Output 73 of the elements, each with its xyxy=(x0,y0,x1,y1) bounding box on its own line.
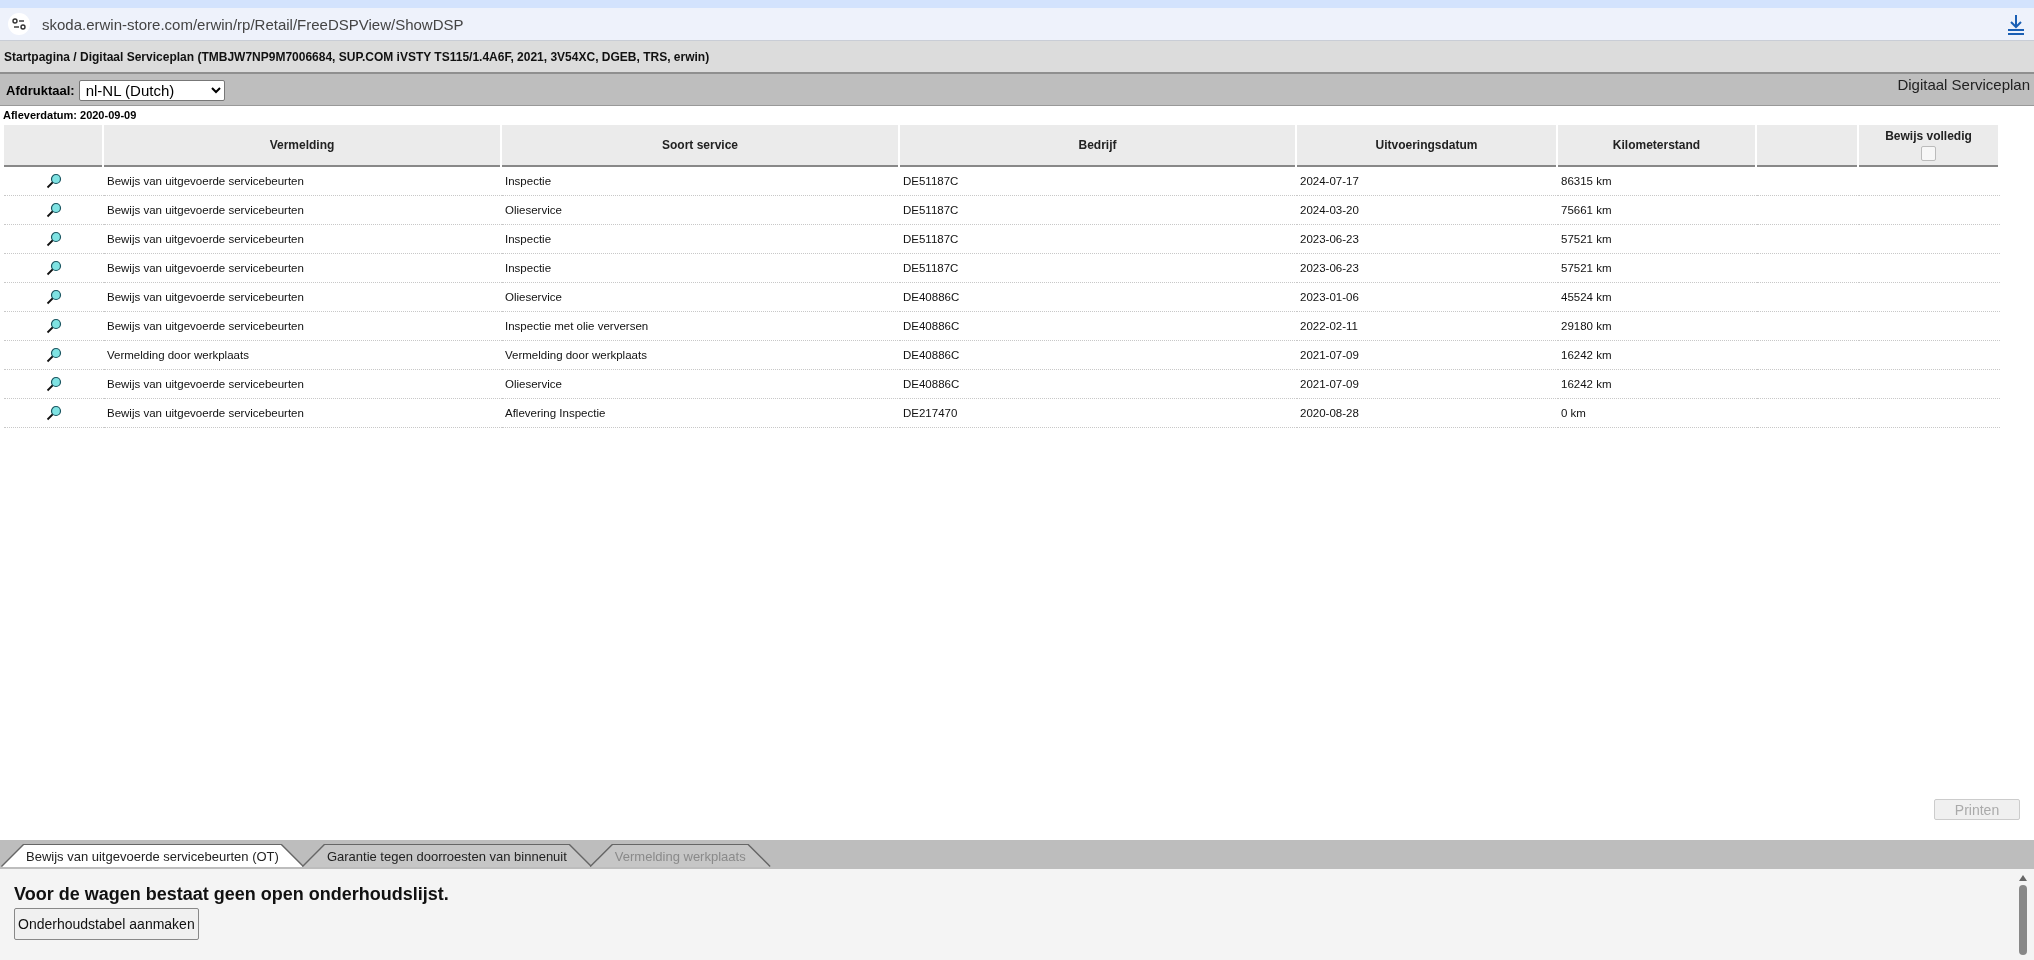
table-cell: Bewijs van uitgevoerde servicebeurten xyxy=(104,167,502,196)
delivery-date: Afleverdatum: 2020-09-09 xyxy=(2,108,138,123)
table-header: Bedrijf xyxy=(900,125,1295,167)
table-cell: 45524 km xyxy=(1558,283,1757,312)
table-cell: 2023-06-23 xyxy=(1297,254,1558,283)
table-cell: Inspectie xyxy=(502,167,900,196)
tab[interactable]: Garantie tegen doorroesten van binnenuit xyxy=(302,845,591,867)
table-cell: Olieservice xyxy=(502,283,900,312)
table-cell: Bewijs van uitgevoerde servicebeurten xyxy=(104,225,502,254)
table-cell: 2021-07-09 xyxy=(1297,370,1558,399)
table-cell: 2024-03-20 xyxy=(1297,196,1558,225)
magnifier-icon[interactable] xyxy=(46,347,62,363)
print-language-label: Afdruktaal: xyxy=(6,83,75,98)
table-header: Vermelding xyxy=(104,125,500,167)
table-cell: DE51187C xyxy=(900,196,1297,225)
table-cell: Inspectie xyxy=(502,225,900,254)
magnifier-icon[interactable] xyxy=(46,318,62,334)
table-cell: Bewijs van uitgevoerde servicebeurten xyxy=(104,283,502,312)
table-cell: Vermelding door werkplaats xyxy=(502,341,900,370)
table-cell: 57521 km xyxy=(1558,225,1757,254)
table-cell: DE51187C xyxy=(900,225,1297,254)
download-icon[interactable] xyxy=(2006,13,2026,35)
table-cell: 2023-06-23 xyxy=(1297,225,1558,254)
table-cell: Bewijs van uitgevoerde servicebeurten xyxy=(104,254,502,283)
table-cell: DE40886C xyxy=(900,341,1297,370)
table-cell: Olieservice xyxy=(502,196,900,225)
table-cell: Bewijs van uitgevoerde servicebeurten xyxy=(104,312,502,341)
magnifier-icon[interactable] xyxy=(46,202,62,218)
table-cell: Bewijs van uitgevoerde servicebeurten xyxy=(104,370,502,399)
tab[interactable]: Bewijs van uitgevoerde servicebeurten (OT) xyxy=(2,845,303,867)
table-cell: 2022-02-11 xyxy=(1297,312,1558,341)
table-cell: DE51187C xyxy=(900,254,1297,283)
magnifier-icon[interactable] xyxy=(46,231,62,247)
table-cell: 2024-07-17 xyxy=(1297,167,1558,196)
table-cell: 29180 km xyxy=(1558,312,1757,341)
table-header: Uitvoeringsdatum xyxy=(1297,125,1556,167)
table-header: Soort service xyxy=(502,125,898,167)
magnifier-icon[interactable] xyxy=(46,376,62,392)
breadcrumb: Startpagina / Digitaal Serviceplan (TMBJW7NP9M7006684, SUP.COM iVSTY TS115/1.4A6F, 2021, 3V54XC, DGEB, TRS, erwin) xyxy=(4,49,710,64)
table-cell: Bewijs van uitgevoerde servicebeurten xyxy=(104,399,502,428)
table-cell: Bewijs van uitgevoerde servicebeurten xyxy=(104,196,502,225)
info-message: Voor de wagen bestaat geen open onderhoudslijst. xyxy=(14,884,449,905)
table-cell: 16242 km xyxy=(1558,370,1757,399)
table-cell: Aflevering Inspectie xyxy=(502,399,900,428)
table-cell: 2020-08-28 xyxy=(1297,399,1558,428)
table-cell: 2021-07-09 xyxy=(1297,341,1558,370)
table-cell: DE40886C xyxy=(900,312,1297,341)
table-cell: 75661 km xyxy=(1558,196,1757,225)
table-cell: Inspectie xyxy=(502,254,900,283)
create-table-button[interactable]: Onderhoudstabel aanmaken xyxy=(14,908,199,940)
checkbox[interactable] xyxy=(1921,146,1936,161)
table-cell: DE40886C xyxy=(900,283,1297,312)
print-language-dropdown[interactable]: nl-NL (Dutch) xyxy=(78,80,225,101)
table-cell: Inspectie met olie verversen xyxy=(502,312,900,341)
magnifier-icon[interactable] xyxy=(46,260,62,276)
page-title: Digitaal Serviceplan xyxy=(1897,76,2030,93)
table-cell: 0 km xyxy=(1558,399,1757,428)
site-settings-icon[interactable] xyxy=(8,13,30,35)
table-cell: Olieservice xyxy=(502,370,900,399)
table-cell: 16242 km xyxy=(1558,341,1757,370)
table-cell: DE51187C xyxy=(900,167,1297,196)
table-cell: Vermelding door werkplaats xyxy=(104,341,502,370)
table-cell: DE217470 xyxy=(900,399,1297,428)
magnifier-icon[interactable] xyxy=(46,405,62,421)
table-cell: 86315 km xyxy=(1558,167,1757,196)
scrollbar[interactable] xyxy=(2018,873,2028,955)
column-label: Bewijs volledig xyxy=(1885,129,1972,143)
magnifier-icon[interactable] xyxy=(46,289,62,305)
magnifier-icon[interactable] xyxy=(46,173,62,189)
table-cell: DE40886C xyxy=(900,370,1297,399)
table-cell: 2023-01-06 xyxy=(1297,283,1558,312)
table-header: Kilometerstand xyxy=(1558,125,1755,167)
table-cell: 57521 km xyxy=(1558,254,1757,283)
